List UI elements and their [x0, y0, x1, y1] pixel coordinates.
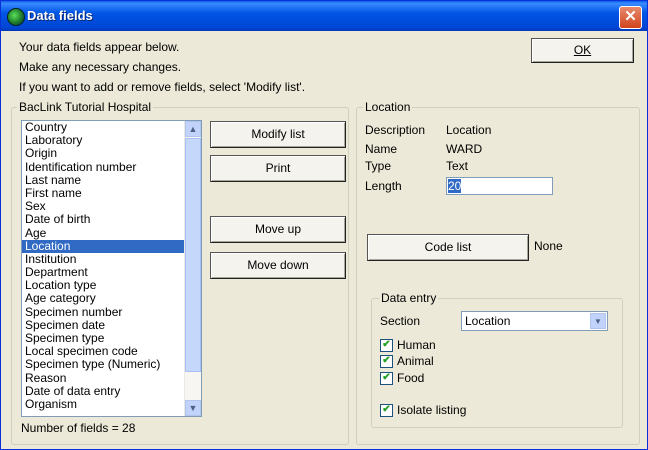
intro-line-1: Your data fields appear below. [19, 40, 180, 54]
move-down-button[interactable]: Move down [210, 252, 346, 279]
list-item[interactable]: Location [22, 239, 184, 253]
code-list-button[interactable]: Code list [367, 234, 529, 261]
list-item[interactable]: Age [22, 227, 184, 240]
list-item[interactable]: Organism [22, 398, 184, 411]
list-item[interactable]: Specimen date [22, 319, 184, 332]
food-label: Food [397, 371, 425, 385]
move-up-label: Move up [254, 222, 302, 236]
scroll-up-button[interactable]: ▲ [185, 121, 201, 137]
list-item[interactable]: Laboratory [22, 134, 184, 147]
list-item[interactable]: Last name [22, 174, 184, 187]
length-value: 20 [448, 179, 462, 193]
list-item[interactable]: Date of data entry [22, 385, 184, 398]
scroll-down-button[interactable]: ▼ [185, 400, 201, 416]
scroll-up-arrow-icon: ▲ [188, 124, 198, 134]
print-label: Print [265, 161, 291, 175]
description-value: Location [446, 123, 492, 137]
food-checkbox[interactable]: ✔ [380, 372, 393, 385]
isolate-listing-checkbox[interactable]: ✔ [380, 404, 393, 417]
ok-button[interactable]: OK [531, 38, 634, 63]
animal-label: Animal [397, 354, 434, 368]
section-value: Location [465, 314, 511, 328]
window-title: Data fields [27, 8, 93, 23]
list-item[interactable]: Department [22, 266, 184, 279]
human-label: Human [397, 338, 436, 352]
section-select[interactable]: Location ▼ [461, 311, 608, 331]
isolate-listing-label: Isolate listing [397, 403, 467, 417]
list-item[interactable]: Date of birth [22, 213, 184, 226]
globe-icon [7, 8, 25, 26]
fields-listbox[interactable]: Country Laboratory Origin Identification nu… [21, 120, 202, 417]
data-entry-label: Data entry [379, 291, 439, 305]
intro-line-3: If you want to add or remove fields, sel… [19, 80, 306, 94]
human-checkbox[interactable]: ✔ [380, 339, 393, 352]
close-icon: ✕ [624, 8, 637, 25]
list-item[interactable]: Specimen type (Numeric) [22, 358, 184, 371]
list-item[interactable]: Age category [22, 292, 184, 305]
list-item[interactable]: Identification number [22, 161, 184, 174]
length-label: Length [365, 179, 402, 193]
dropdown-arrow-icon[interactable]: ▼ [590, 313, 606, 329]
location-group-label: Location [363, 100, 413, 114]
name-value: WARD [446, 142, 483, 156]
modify-list-button[interactable]: Modify list [210, 121, 346, 148]
length-input[interactable]: 20 [446, 177, 553, 195]
list-item[interactable]: Specimen number [22, 306, 184, 319]
close-button[interactable]: ✕ [619, 6, 642, 29]
list-item[interactable]: Reason [22, 372, 184, 385]
ok-button-label: OK [573, 43, 592, 57]
type-value: Text [446, 159, 469, 173]
fields-group-label: BacLink Tutorial Hospital [17, 100, 154, 114]
field-count: Number of fields = 28 [21, 421, 136, 435]
list-item[interactable]: Specimen type [22, 332, 184, 345]
fields-list: Country Laboratory Origin Identification nu… [22, 121, 184, 411]
list-item[interactable]: Local specimen code [22, 345, 184, 358]
code-list-label: Code list [424, 240, 472, 254]
list-scrollbar[interactable]: ▲ ▼ [184, 121, 201, 416]
print-button[interactable]: Print [210, 155, 346, 182]
data-fields-window: Data fields ✕ Your data fields appear be… [0, 0, 648, 450]
animal-checkbox[interactable]: ✔ [380, 355, 393, 368]
list-item[interactable]: Sex [22, 200, 184, 213]
code-list-value: None [534, 239, 563, 253]
list-item[interactable]: Country [22, 121, 184, 134]
description-label: Description [365, 123, 426, 137]
intro-line-2: Make any necessary changes. [19, 60, 182, 74]
modify-list-label: Modify list [251, 127, 305, 141]
move-down-label: Move down [247, 258, 309, 272]
title-bar[interactable]: Data fields ✕ [1, 1, 647, 31]
move-up-button[interactable]: Move up [210, 216, 346, 243]
type-label: Type [365, 159, 392, 173]
scroll-down-arrow-icon: ▼ [188, 403, 198, 413]
list-item[interactable]: Origin [22, 147, 184, 160]
section-label: Section [380, 314, 421, 328]
list-item[interactable]: First name [22, 187, 184, 200]
scroll-thumb[interactable] [185, 138, 201, 372]
name-label: Name [365, 142, 398, 156]
list-item[interactable]: Location type [22, 279, 184, 292]
list-item[interactable]: Institution [22, 253, 184, 266]
